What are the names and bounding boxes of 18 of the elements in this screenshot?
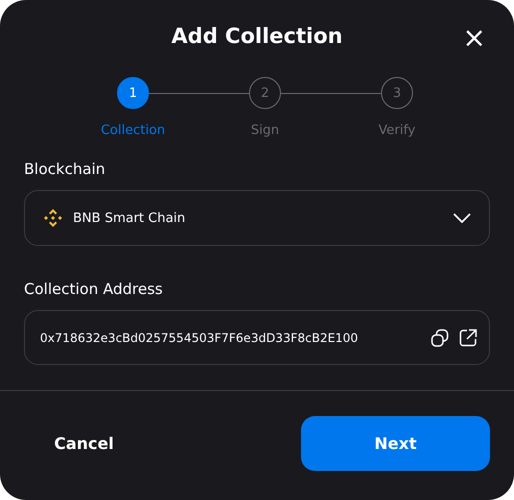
step-label: Collection <box>100 123 166 138</box>
external-link-icon[interactable] <box>459 328 477 346</box>
field-label: Collection Address <box>24 280 164 298</box>
step-label: Verify <box>378 123 416 138</box>
step-label: Sign <box>250 123 280 138</box>
blockchain-dropdown[interactable]: BNB Smart Chain <box>24 190 490 246</box>
diamond-logo-icon <box>43 208 63 228</box>
field-label: Blockchain <box>24 160 106 178</box>
copy-icon[interactable] <box>431 328 449 346</box>
address-field[interactable]: 0x718632e3cBd0257554503F7F6e3dD33F8cB2E100 <box>40 330 421 344</box>
cancel-button[interactable]: Cancel <box>24 416 144 471</box>
step-number: 3 <box>381 77 413 109</box>
chevron-down-icon <box>453 213 471 223</box>
step-number: 2 <box>249 77 281 109</box>
dialog-title: Add Collection <box>171 24 343 50</box>
next-button[interactable]: Next <box>301 416 490 471</box>
close-button[interactable]: × <box>462 26 486 50</box>
step-number: 1 <box>117 77 149 109</box>
